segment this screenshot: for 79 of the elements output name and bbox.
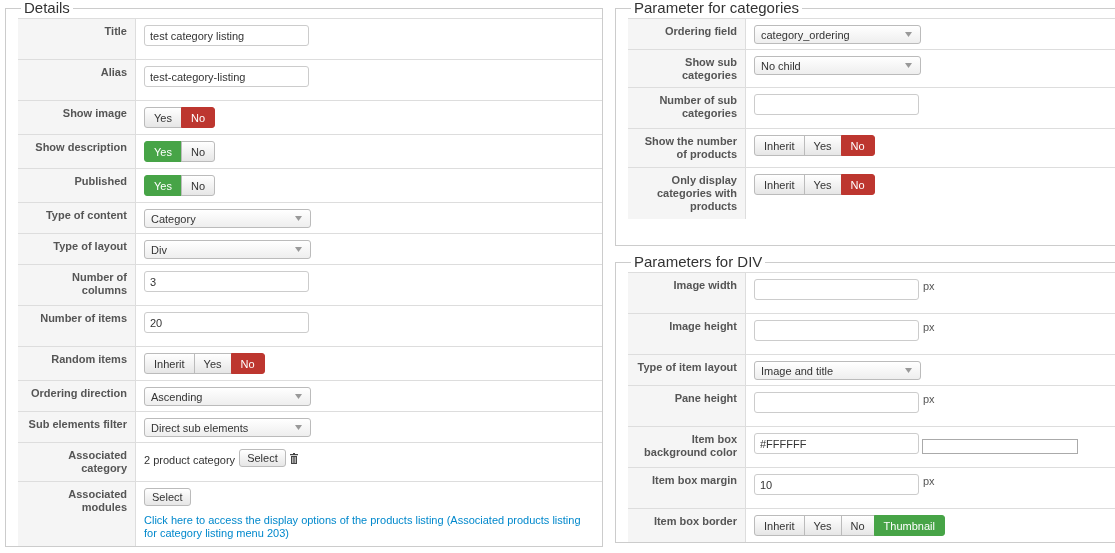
field-label: Sub elements filter [28,418,127,430]
text-field[interactable]: 20 [144,312,309,333]
toggle-option[interactable]: Inherit [754,174,805,195]
text-field[interactable]: 3 [144,271,309,292]
dropdown[interactable]: Div [144,240,311,259]
field-label: Type of layout [53,240,127,252]
toggle-option[interactable]: Inherit [754,515,805,536]
dropdown[interactable]: No child [754,56,921,75]
field-label: Number of items [40,312,127,324]
caret-icon [295,394,302,399]
dropdown[interactable]: Image and title [754,361,921,380]
text-field[interactable]: 10 [754,474,919,495]
select-button[interactable]: Select [239,449,286,467]
field-label: Number of sub categories [659,94,737,119]
text-field[interactable] [754,279,919,300]
text-field[interactable] [754,94,919,115]
caret-icon [295,425,302,430]
section-legend: Parameters for DIV [631,254,766,270]
unit-label: px [923,279,935,293]
field-label: Item box margin [652,474,737,486]
caret-icon [905,63,912,68]
field-label: Show sub categories [681,56,737,81]
text-field[interactable]: test-category-listing [144,66,309,87]
toggle-option[interactable]: No [840,135,875,156]
field-label: Number of columns [72,271,127,296]
field-label: Alias [100,66,127,78]
toggle-option[interactable]: Yes [193,353,232,374]
field-label: Item box background color [644,433,737,458]
field-label: Ordering field [664,25,737,37]
unit-label: px [923,474,935,488]
field-label: Image width [673,279,737,291]
caret-icon [295,247,302,252]
field-label: Image height [669,320,737,332]
toggle-option[interactable]: Inherit [754,135,805,156]
caret-icon [905,32,912,37]
unit-label: px [923,320,935,334]
toggle-option[interactable]: Inherit [144,353,195,374]
field-label: Show image [62,107,127,119]
field-label: Ordering direction [31,387,127,399]
toggle-option[interactable]: Yes [803,515,842,536]
toggle-option[interactable]: No [840,174,875,195]
caret-icon [295,216,302,221]
field-label: Show the number of products [644,135,737,160]
toggle-option[interactable]: Yes [144,107,182,128]
toggle-option[interactable]: No [180,175,215,196]
toggle-option[interactable]: No [840,515,875,536]
field-label: Title [104,25,127,37]
field-label: Item box border [653,515,737,527]
category-value: 2 product category [144,453,236,466]
dropdown[interactable]: Direct sub elements [144,418,311,437]
toggle-option[interactable]: No [180,107,215,128]
display-options-link[interactable]: Click here to access the display options of the products listing (Associated products listing for category listing menu 203) [144,514,584,540]
color-swatch-field[interactable] [922,439,1078,454]
select-button[interactable]: Select [144,488,191,506]
text-field[interactable]: test category listing [144,25,309,46]
text-field[interactable]: #FFFFFF [754,433,919,454]
text-field[interactable] [754,392,919,413]
text-field[interactable] [754,320,919,341]
field-label: Show description [35,141,127,153]
field-label: Published [74,175,127,187]
section-legend: Parameter for categories [631,0,803,16]
dropdown[interactable]: category_ordering [754,25,921,44]
caret-icon [905,368,912,373]
toggle-option[interactable]: Yes [803,135,842,156]
field-label: Pane height [674,392,737,404]
dropdown[interactable]: Ascending [144,387,311,406]
toggle-option[interactable]: Yes [803,174,842,195]
toggle-option[interactable]: No [180,141,215,162]
field-label: Random items [51,353,127,365]
field-label: Type of content [45,209,127,221]
dropdown[interactable]: Category [144,209,311,228]
section-legend: Details [21,0,73,16]
field-label: Associated category [68,449,127,474]
field-label: Associated modules [68,488,127,513]
trash-icon[interactable] [289,453,298,464]
field-label: Type of item layout [637,361,737,373]
unit-label: px [923,392,935,406]
field-label: Only display categories with products [656,174,737,212]
toggle-option[interactable]: No [230,353,265,374]
